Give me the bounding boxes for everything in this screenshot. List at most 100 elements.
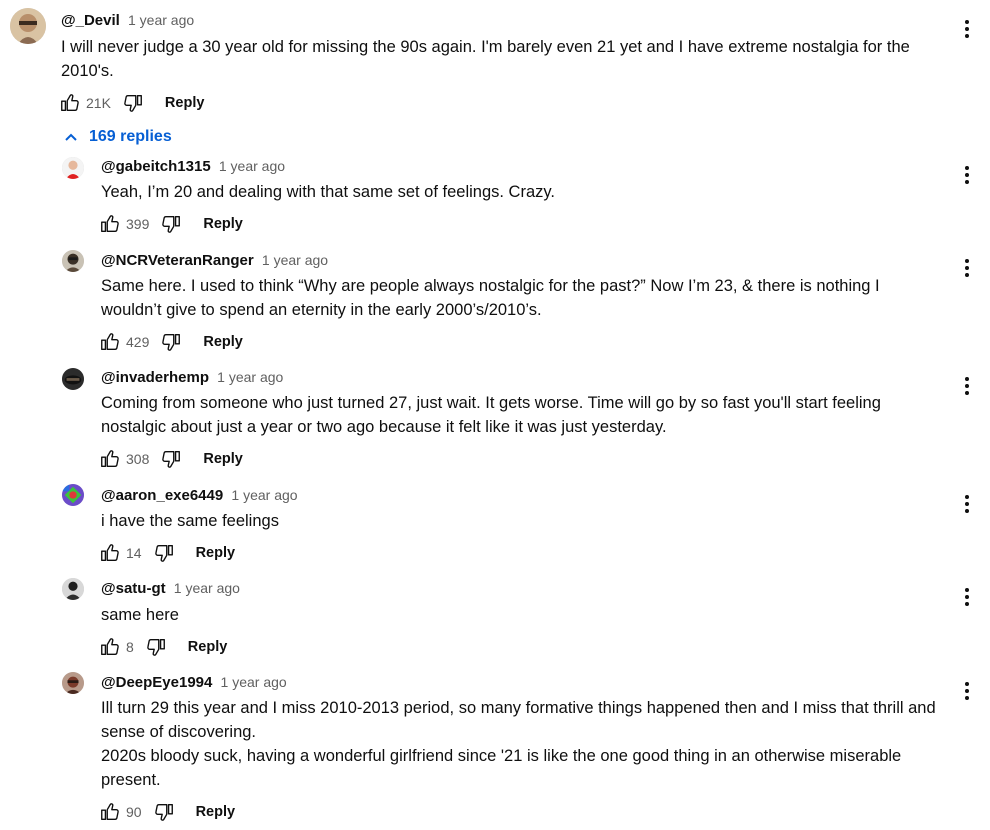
reply-button[interactable]: Reply — [196, 804, 236, 820]
like-button[interactable] — [98, 212, 122, 236]
reply-button[interactable]: Reply — [165, 95, 205, 111]
like-button[interactable] — [98, 541, 122, 565]
timestamp[interactable]: 1 year ago — [219, 158, 285, 174]
dislike-button[interactable] — [159, 212, 183, 236]
avatar-image — [62, 578, 84, 600]
avatar-image — [62, 672, 84, 694]
comment-header: @invaderhemp 1 year ago — [101, 367, 283, 388]
dislike-button[interactable] — [144, 635, 168, 659]
more-actions-button[interactable] — [957, 17, 977, 41]
dislike-button[interactable] — [121, 91, 145, 115]
more-vert-icon — [965, 259, 969, 277]
author-name[interactable]: @gabeitch1315 — [101, 158, 211, 175]
like-button[interactable] — [98, 447, 122, 471]
timestamp[interactable]: 1 year ago — [174, 580, 240, 596]
dislike-button[interactable] — [159, 447, 183, 471]
like-count: 90 — [126, 804, 142, 820]
reply-button[interactable]: Reply — [203, 216, 243, 232]
reply-button[interactable]: Reply — [188, 639, 228, 655]
more-actions-button[interactable] — [957, 163, 977, 187]
comment-text: I will never judge a 30 year old for mis… — [61, 35, 941, 83]
comment-header: @aaron_exe6449 1 year ago — [101, 485, 298, 506]
timestamp[interactable]: 1 year ago — [231, 487, 297, 503]
comment-paragraph: i have the same feelings — [101, 512, 279, 530]
thumbs-up-icon — [101, 544, 119, 562]
thumbs-up-icon — [101, 333, 119, 351]
author-name[interactable]: @satu-gt — [101, 580, 166, 597]
comment-header: @satu-gt 1 year ago — [101, 578, 240, 599]
comment-header: @DeepEye1994 1 year ago — [101, 672, 287, 693]
comment-paragraph: Yeah, I’m 20 and dealing with that same … — [101, 183, 556, 201]
avatar-image — [10, 8, 46, 44]
comment-text: Yeah, I’m 20 and dealing with that same … — [101, 180, 951, 204]
thumbs-down-icon — [162, 450, 181, 468]
comment-text: Ill turn 29 this year and I miss 2010-20… — [101, 696, 957, 792]
more-actions-button[interactable] — [957, 679, 977, 703]
avatar[interactable] — [62, 672, 84, 694]
avatar[interactable] — [62, 578, 84, 600]
dislike-button[interactable] — [152, 541, 176, 565]
more-vert-icon — [965, 588, 969, 606]
comment-actions: 429 Reply — [98, 327, 243, 357]
comment-text: Coming from someone who just turned 27, … — [101, 391, 921, 439]
avatar[interactable] — [62, 250, 84, 272]
like-count: 21K — [86, 95, 111, 111]
comment-header: @gabeitch1315 1 year ago — [101, 156, 285, 177]
comment-text: Same here. I used to think “Why are peop… — [101, 274, 901, 322]
comment-text: i have the same feelings — [101, 509, 921, 533]
thumbs-up-icon — [61, 94, 79, 112]
timestamp[interactable]: 1 year ago — [221, 674, 287, 690]
chevron-up-icon — [65, 133, 77, 141]
timestamp[interactable]: 1 year ago — [128, 12, 194, 28]
thumbs-up-icon — [101, 215, 119, 233]
like-button[interactable] — [98, 800, 122, 824]
avatar-image — [62, 250, 84, 272]
timestamp[interactable]: 1 year ago — [217, 369, 283, 385]
thumbs-down-icon — [147, 638, 165, 656]
more-vert-icon — [965, 682, 969, 700]
more-actions-button[interactable] — [957, 256, 977, 280]
dislike-button[interactable] — [159, 330, 183, 354]
comment-text: same here — [101, 603, 921, 627]
avatar[interactable] — [10, 8, 46, 44]
avatar[interactable] — [62, 484, 84, 506]
comment-actions: 90 Reply — [98, 797, 235, 827]
reply-button[interactable]: Reply — [203, 334, 243, 350]
like-button[interactable] — [98, 330, 122, 354]
more-actions-button[interactable] — [957, 374, 977, 398]
thumbs-up-icon — [101, 450, 119, 468]
author-name[interactable]: @aaron_exe6449 — [101, 487, 223, 504]
comment-actions: 308 Reply — [98, 444, 243, 474]
like-button[interactable] — [58, 91, 82, 115]
more-actions-button[interactable] — [957, 492, 977, 516]
thumbs-down-icon — [124, 94, 142, 112]
thumbs-down-icon — [162, 333, 181, 351]
timestamp[interactable]: 1 year ago — [262, 252, 328, 268]
more-vert-icon — [965, 166, 969, 184]
comment-actions: 21K Reply — [58, 88, 204, 118]
dislike-button[interactable] — [152, 800, 176, 824]
comment-paragraph: I will never judge a 30 year old for mis… — [61, 38, 910, 80]
more-actions-button[interactable] — [957, 585, 977, 609]
author-name[interactable]: @_Devil — [61, 12, 120, 29]
avatar[interactable] — [62, 157, 84, 179]
comment-paragraph: Ill turn 29 this year and I miss 2010-20… — [101, 699, 936, 741]
like-button[interactable] — [98, 635, 122, 659]
avatar-image — [62, 368, 84, 390]
like-count: 14 — [126, 545, 142, 561]
replies-count-label: 169 replies — [89, 128, 172, 145]
thumbs-down-icon — [162, 215, 181, 233]
reply-button[interactable]: Reply — [203, 451, 243, 467]
author-name[interactable]: @NCRVeteranRanger — [101, 252, 254, 269]
like-count: 429 — [126, 334, 150, 350]
more-vert-icon — [965, 377, 969, 395]
author-name[interactable]: @DeepEye1994 — [101, 674, 212, 691]
comment-paragraph: Coming from someone who just turned 27, … — [101, 394, 881, 436]
replies-toggle-button[interactable]: 169 replies — [63, 126, 172, 148]
more-vert-icon — [965, 20, 969, 38]
comment-actions: 14 Reply — [98, 538, 235, 568]
avatar-image — [62, 484, 84, 506]
avatar[interactable] — [62, 368, 84, 390]
author-name[interactable]: @invaderhemp — [101, 369, 209, 386]
reply-button[interactable]: Reply — [196, 545, 236, 561]
